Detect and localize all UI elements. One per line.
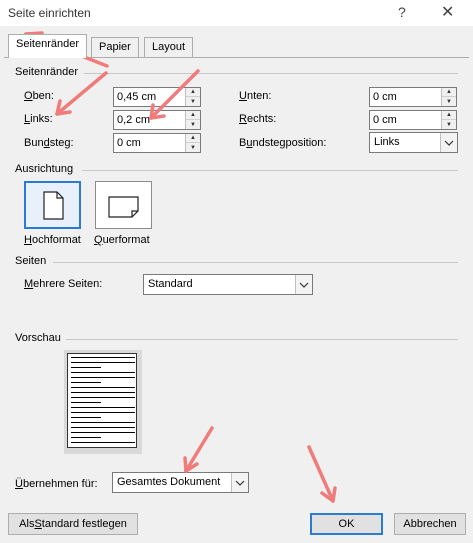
- portrait-page-icon: [43, 191, 64, 220]
- portrait-label: Hochformat: [24, 234, 81, 246]
- margins-section-title: Seitenränder: [15, 66, 78, 78]
- gutter-label: Bundsteg:: [24, 137, 74, 149]
- right-margin-value: 0 cm: [373, 114, 397, 126]
- orientation-section-title: Ausrichtung: [15, 163, 74, 175]
- divider: [82, 170, 458, 171]
- multiple-pages-value: Standard: [148, 278, 193, 290]
- preview-line: [71, 407, 135, 408]
- divider: [53, 262, 458, 263]
- gutter-value: 0 cm: [117, 137, 141, 149]
- gutter-spinner[interactable]: 0 cm ▲ ▼: [113, 133, 201, 153]
- preview-line: [71, 432, 135, 433]
- page-preview: [64, 350, 142, 454]
- tab-label: Seitenränder: [16, 38, 79, 50]
- spin-down-icon[interactable]: ▼: [442, 120, 456, 129]
- left-margin-spinner[interactable]: 0,2 cm ▲ ▼: [113, 110, 201, 130]
- preview-line: [71, 442, 135, 443]
- spin-down-icon[interactable]: ▼: [442, 97, 456, 106]
- right-margin-label: Rechts:: [239, 113, 277, 125]
- bottom-margin-label: Unten:: [239, 90, 272, 102]
- gutter-position-label: Bundstegposition:: [239, 137, 327, 149]
- tab-layout[interactable]: Layout: [144, 37, 194, 57]
- spin-up-icon[interactable]: ▲: [186, 134, 200, 143]
- preview-line: [71, 382, 101, 383]
- top-margin-spinner[interactable]: 0,45 cm ▲ ▼: [113, 87, 201, 107]
- preview-sheet: [67, 353, 137, 448]
- preview-line: [71, 387, 135, 388]
- spin-up-icon[interactable]: ▲: [442, 88, 456, 97]
- preview-line: [71, 412, 135, 413]
- tab-label: Layout: [152, 41, 186, 53]
- close-button[interactable]: ✕: [441, 2, 454, 22]
- preview-line: [71, 402, 101, 403]
- bottom-margin-value: 0 cm: [373, 91, 397, 103]
- tab-paper[interactable]: Papier: [91, 37, 139, 57]
- spin-up-icon[interactable]: ▲: [186, 111, 200, 120]
- preview-line: [71, 362, 135, 363]
- preview-line: [71, 392, 135, 393]
- apply-to-label: Übernehmen für:: [15, 478, 98, 490]
- spin-down-icon[interactable]: ▼: [186, 143, 200, 152]
- tab-margins[interactable]: Seitenränder: [8, 34, 87, 58]
- apply-to-value: Gesamtes Dokument: [117, 476, 221, 488]
- chevron-down-icon[interactable]: [295, 275, 312, 294]
- preview-line: [71, 357, 135, 358]
- portrait-button[interactable]: [24, 181, 81, 229]
- apply-to-select[interactable]: Gesamtes Dokument: [112, 472, 249, 493]
- gutter-position-select[interactable]: Links: [369, 132, 458, 153]
- left-margin-value: 0,2 cm: [117, 114, 151, 126]
- right-margin-spinner[interactable]: 0 cm ▲ ▼: [369, 110, 457, 130]
- landscape-button[interactable]: [95, 181, 152, 229]
- landscape-page-icon: [108, 196, 139, 218]
- preview-line: [71, 417, 101, 418]
- gutter-position-value: Links: [374, 136, 400, 148]
- landscape-label: Querformat: [94, 234, 150, 246]
- spin-down-icon[interactable]: ▼: [186, 120, 200, 129]
- spin-down-icon[interactable]: ▼: [186, 97, 200, 106]
- preview-line: [71, 422, 135, 423]
- ok-button[interactable]: OK: [310, 513, 383, 535]
- bottom-margin-spinner[interactable]: 0 cm ▲ ▼: [369, 87, 457, 107]
- chevron-down-icon[interactable]: [440, 133, 457, 152]
- cancel-button[interactable]: Abbrechen: [394, 513, 466, 535]
- left-margin-label: Links:: [24, 113, 53, 125]
- multiple-pages-label: Mehrere Seiten:: [24, 278, 103, 290]
- divider: [66, 339, 458, 340]
- help-button[interactable]: ?: [398, 4, 406, 20]
- preview-line: [71, 372, 135, 373]
- divider: [84, 73, 458, 74]
- multiple-pages-select[interactable]: Standard: [143, 274, 313, 295]
- chevron-down-icon[interactable]: [231, 473, 248, 492]
- preview-line: [71, 397, 135, 398]
- pages-section-title: Seiten: [15, 255, 47, 267]
- preview-line: [71, 367, 101, 368]
- top-margin-value: 0,45 cm: [117, 91, 157, 103]
- tab-label: Papier: [99, 41, 131, 53]
- preview-line: [71, 377, 135, 378]
- set-as-default-button[interactable]: Als Standard festlegen: [8, 513, 138, 535]
- preview-line: [71, 437, 101, 438]
- spin-up-icon[interactable]: ▲: [442, 111, 456, 120]
- preview-line: [71, 427, 135, 428]
- spin-up-icon[interactable]: ▲: [186, 88, 200, 97]
- dialog-title: Seite einrichten: [8, 6, 91, 20]
- top-margin-label: Oben:: [24, 90, 54, 102]
- preview-section-title: Vorschau: [15, 332, 61, 344]
